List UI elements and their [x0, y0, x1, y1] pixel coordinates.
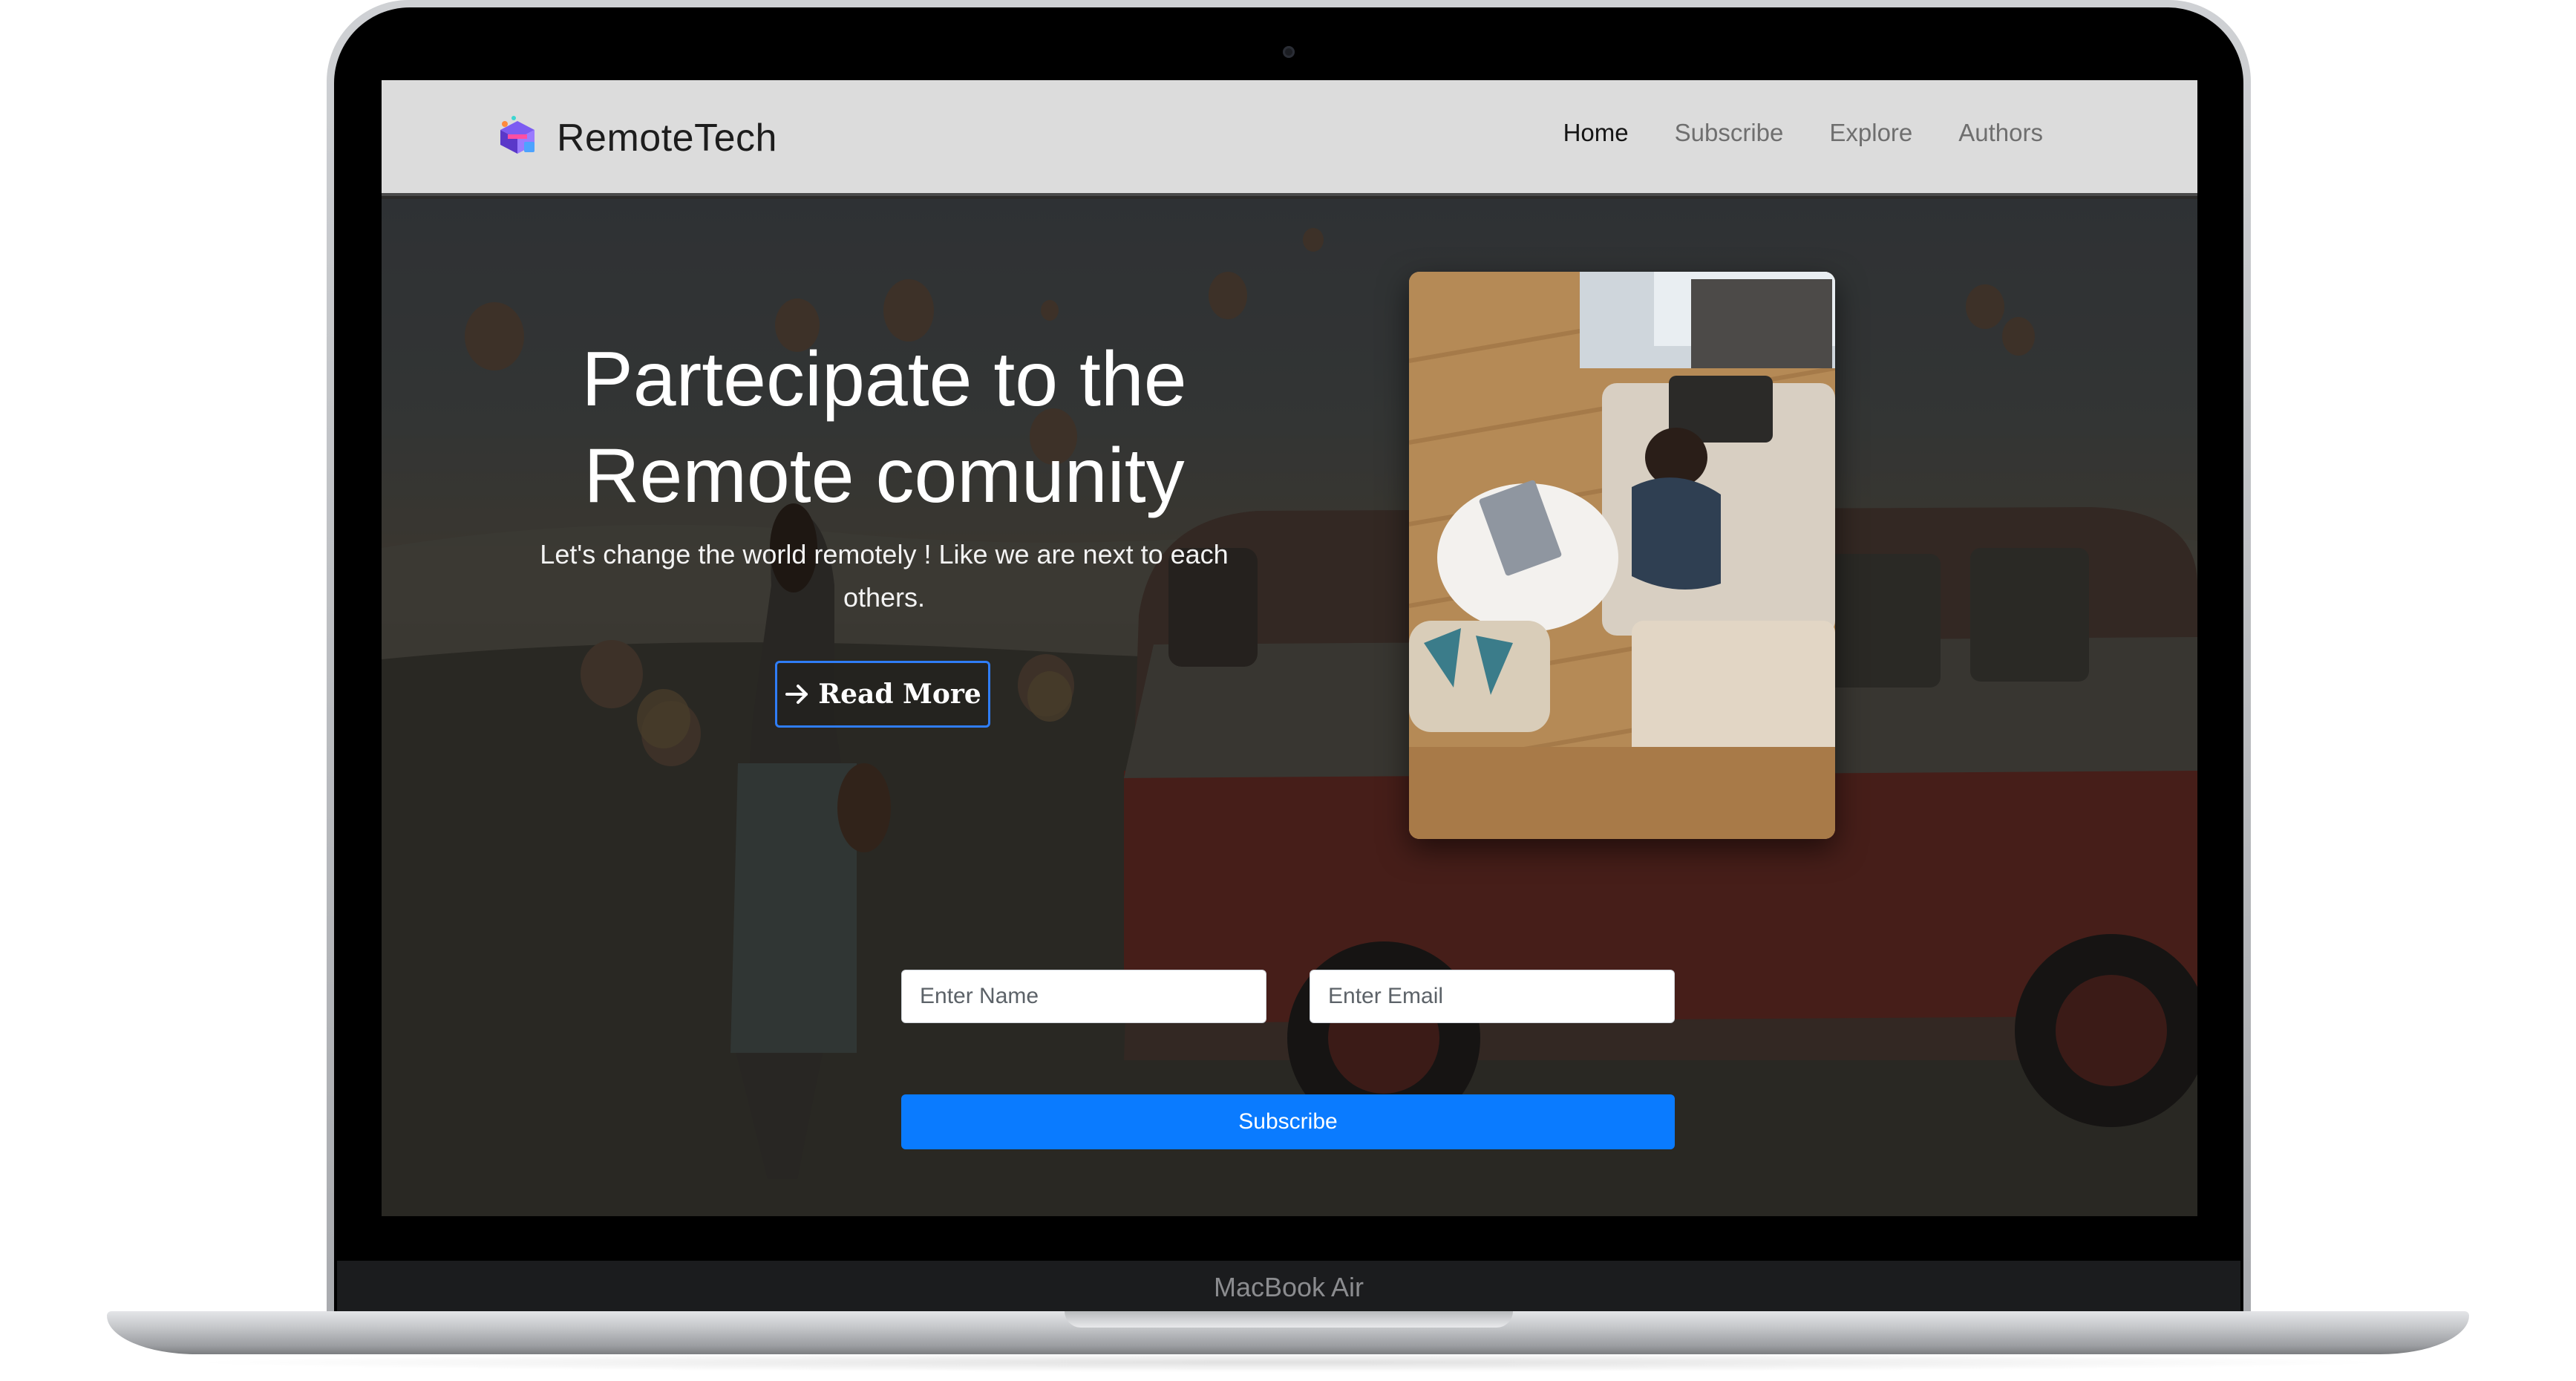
- remotetech-logo-icon: [500, 116, 535, 154]
- arrow-right-icon: [785, 685, 808, 704]
- read-more-label: Read More: [818, 679, 981, 710]
- nav-link-home[interactable]: Home: [1563, 119, 1629, 147]
- browser-viewport: RemoteTech Home Subscribe Explore Author…: [382, 80, 2197, 1216]
- name-input[interactable]: [901, 970, 1266, 1023]
- nav-link-subscribe[interactable]: Subscribe: [1675, 119, 1784, 147]
- nav-link-authors[interactable]: Authors: [1958, 119, 2043, 147]
- subscribe-button[interactable]: Subscribe: [901, 1094, 1675, 1149]
- laptop-shadow: [178, 1353, 2398, 1372]
- hero-title-line-2: Remote comunity: [583, 433, 1185, 519]
- model-label: MacBook Air: [1213, 1272, 1364, 1302]
- navbar: RemoteTech Home Subscribe Explore Author…: [382, 80, 2197, 196]
- laptop-notch: [1065, 1311, 1513, 1328]
- read-more-button[interactable]: Read More: [775, 661, 990, 728]
- hero-title: Partecipate to the Remote comunity: [480, 331, 1289, 524]
- nav-links: Home Subscribe Explore Authors: [1563, 119, 2043, 147]
- hero-subtitle: Let's change the world remotely ! Like w…: [540, 539, 1229, 613]
- brand-name: RemoteTech: [557, 117, 777, 160]
- hero-title-line-1: Partecipate to the: [581, 336, 1187, 422]
- camera-icon: [1283, 46, 1295, 58]
- hero-section: Partecipate to the Remote comunity Let's…: [382, 199, 2197, 1216]
- nav-link-explore[interactable]: Explore: [1829, 119, 1912, 147]
- brand[interactable]: RemoteTech: [491, 110, 777, 166]
- email-input[interactable]: [1310, 970, 1675, 1023]
- person-working-on-laptop-image: [1409, 272, 1835, 839]
- feature-photo: [1409, 272, 1835, 839]
